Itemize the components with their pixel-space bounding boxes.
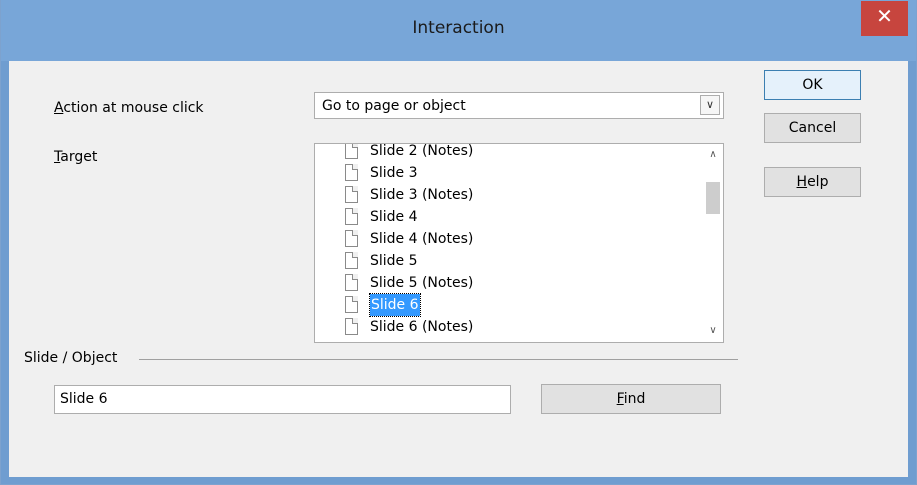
slide-object-group-label: Slide / Object xyxy=(24,350,118,366)
title-bar[interactable]: Interaction ✕ xyxy=(1,0,916,61)
scroll-down-icon[interactable]: ∨ xyxy=(703,322,723,340)
action-at-mouse-click-label: Action at mouse click xyxy=(54,100,204,116)
slide-object-input[interactable] xyxy=(60,391,500,407)
ok-button[interactable]: OK xyxy=(764,70,861,100)
target-label: Target xyxy=(54,149,98,165)
find-button[interactable]: Find xyxy=(541,384,721,414)
cancel-button[interactable]: Cancel xyxy=(764,113,861,143)
document-icon xyxy=(345,164,358,181)
target-list[interactable]: Slide 2 (Notes) Slide 3 Slide 3 (Notes) … xyxy=(314,143,724,343)
document-icon xyxy=(345,144,358,159)
chevron-down-icon[interactable]: ∨ xyxy=(700,95,720,115)
scroll-up-icon[interactable]: ∧ xyxy=(703,146,723,164)
help-button[interactable]: Help xyxy=(764,167,861,197)
target-list-scrollbar[interactable]: ∧ ∨ xyxy=(703,144,723,342)
close-button[interactable]: ✕ xyxy=(861,1,908,36)
group-separator xyxy=(139,359,738,360)
dialog-title: Interaction xyxy=(412,18,505,38)
dialog-body: Action at mouse click Go to page or obje… xyxy=(9,61,908,477)
close-icon: ✕ xyxy=(876,4,893,28)
document-icon xyxy=(345,252,358,269)
document-icon xyxy=(345,318,358,335)
action-dropdown[interactable]: Go to page or object ∨ xyxy=(314,92,724,119)
document-icon xyxy=(345,230,358,247)
document-icon xyxy=(345,186,358,203)
slide-object-field[interactable] xyxy=(54,385,511,414)
document-icon xyxy=(345,296,358,313)
document-icon xyxy=(345,274,358,291)
interaction-dialog: Interaction ✕ Action at mouse click Go t… xyxy=(0,0,917,485)
document-icon xyxy=(345,208,358,225)
scrollbar-thumb[interactable] xyxy=(706,182,720,214)
action-dropdown-value: Go to page or object xyxy=(322,98,466,114)
